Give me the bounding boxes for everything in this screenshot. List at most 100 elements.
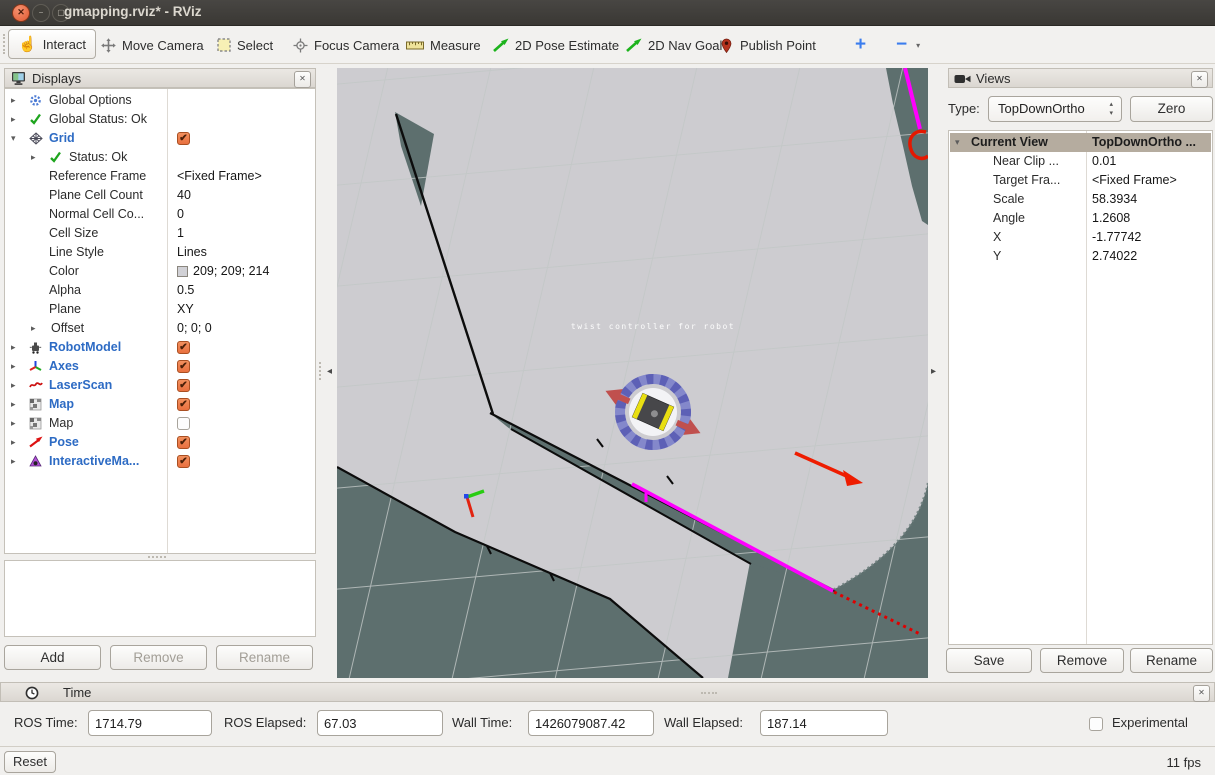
view-property-value[interactable]: 2.74022	[1092, 247, 1137, 266]
display-row-axes[interactable]: ▸Axes✔	[5, 357, 315, 376]
property-value[interactable]: 0; 0; 0	[177, 319, 212, 338]
collapse-right-icon[interactable]: ▸	[931, 366, 936, 377]
remove-view-button[interactable]: Remove	[1040, 648, 1124, 673]
displays-tree[interactable]: ▸Global Options▸Global Status: Ok▾Grid✔▸…	[4, 88, 316, 554]
time-field-input-wall-elapsed-[interactable]	[760, 710, 888, 736]
time-close-icon[interactable]: ✕	[1193, 685, 1210, 702]
view-row-current-view[interactable]: ▾Current ViewTopDownOrtho ...	[949, 133, 1212, 152]
property-value[interactable]: 209; 209; 214	[193, 262, 269, 281]
left-splitter-handle[interactable]	[319, 362, 323, 380]
expander-icon[interactable]: ▸	[11, 395, 16, 414]
enable-checkbox[interactable]: ✔	[177, 360, 190, 373]
tool-2d-nav-goal[interactable]: 2D Nav Goal	[621, 32, 727, 58]
display-row-grid[interactable]: ▾Grid✔	[5, 129, 315, 148]
rename-display-button[interactable]: Rename	[216, 645, 313, 670]
color-swatch[interactable]	[177, 266, 188, 277]
time-splitter-handle[interactable]	[701, 692, 717, 696]
time-field-input-ros-elapsed-[interactable]	[317, 710, 443, 736]
expander-icon[interactable]: ▾	[11, 129, 16, 148]
window-close-icon[interactable]: ✕	[12, 4, 30, 22]
remove-tool-button[interactable]: − ▾	[891, 32, 925, 58]
expander-icon[interactable]: ▸	[11, 414, 16, 433]
spinner-arrows-icon[interactable]: ▴▾	[1109, 100, 1113, 118]
view-property-value[interactable]: TopDownOrtho ...	[1092, 133, 1196, 152]
view-type-select[interactable]: TopDownOrtho ▴▾	[988, 96, 1122, 122]
expander-icon[interactable]: ▸	[11, 433, 16, 452]
display-row-laserscan[interactable]: ▸LaserScan✔	[5, 376, 315, 395]
expander-icon[interactable]: ▸	[11, 91, 16, 110]
property-value[interactable]: XY	[177, 300, 194, 319]
displays-close-icon[interactable]: ✕	[294, 71, 311, 88]
enable-checkbox[interactable]: ✔	[177, 132, 190, 145]
property-value[interactable]: <Fixed Frame>	[177, 167, 262, 186]
display-row-pose[interactable]: ▸Pose✔	[5, 433, 315, 452]
time-field-input-wall-time-[interactable]	[528, 710, 654, 736]
enable-checkbox[interactable]: ✔	[177, 341, 190, 354]
expander-icon[interactable]: ▸	[11, 452, 16, 471]
view-property-value[interactable]: 1.2608	[1092, 209, 1130, 228]
property-value[interactable]: 1	[177, 224, 184, 243]
enable-checkbox[interactable]	[177, 417, 190, 430]
time-field-input-ros-time-[interactable]	[88, 710, 212, 736]
view-property-value[interactable]: 58.3934	[1092, 190, 1137, 209]
expander-icon[interactable]: ▸	[31, 319, 36, 338]
add-tool-button[interactable]: +	[850, 32, 871, 58]
display-row-map[interactable]: ▸Map✔	[5, 395, 315, 414]
view-row-target-fra-[interactable]: Target Fra...<Fixed Frame>	[949, 171, 1212, 190]
views-tree[interactable]: ▾Current ViewTopDownOrtho ...Near Clip .…	[948, 130, 1213, 645]
experimental-checkbox[interactable]	[1089, 717, 1103, 731]
display-row-reference-frame[interactable]: Reference Frame<Fixed Frame>	[5, 167, 315, 186]
enable-checkbox[interactable]: ✔	[177, 398, 190, 411]
remove-display-button[interactable]: Remove	[110, 645, 207, 670]
property-value[interactable]: Lines	[177, 243, 207, 262]
display-row-robotmodel[interactable]: ▸RobotModel✔	[5, 338, 315, 357]
save-view-button[interactable]: Save	[946, 648, 1032, 673]
display-row-plane[interactable]: PlaneXY	[5, 300, 315, 319]
tool-select[interactable]: Select	[211, 32, 278, 58]
property-value[interactable]: 40	[177, 186, 191, 205]
display-row-interactivema-[interactable]: ▸InteractiveMa...✔	[5, 452, 315, 471]
tool-focus-camera[interactable]: Focus Camera	[288, 32, 404, 58]
display-row-global-options[interactable]: ▸Global Options	[5, 91, 315, 110]
display-row-color[interactable]: Color209; 209; 214	[5, 262, 315, 281]
expander-icon[interactable]: ▾	[955, 133, 960, 152]
enable-checkbox[interactable]: ✔	[177, 379, 190, 392]
rename-view-button[interactable]: Rename	[1130, 648, 1213, 673]
display-row-alpha[interactable]: Alpha0.5	[5, 281, 315, 300]
view-property-value[interactable]: <Fixed Frame>	[1092, 171, 1177, 190]
expander-icon[interactable]: ▸	[11, 338, 16, 357]
display-row-offset[interactable]: ▸Offset0; 0; 0	[5, 319, 315, 338]
expander-icon[interactable]: ▸	[31, 148, 36, 167]
display-row-cell-size[interactable]: Cell Size1	[5, 224, 315, 243]
view-row-x[interactable]: X-1.77742	[949, 228, 1212, 247]
property-value[interactable]: 0	[177, 205, 184, 224]
tool-move-camera[interactable]: Move Camera	[96, 32, 209, 58]
display-row-line-style[interactable]: Line StyleLines	[5, 243, 315, 262]
enable-checkbox[interactable]: ✔	[177, 455, 190, 468]
tool-publish-point[interactable]: Publish Point	[714, 32, 821, 58]
view-property-value[interactable]: 0.01	[1092, 152, 1116, 171]
tool-interact[interactable]: ☝Interact	[8, 29, 96, 59]
tool-2d-pose-estimate[interactable]: 2D Pose Estimate	[488, 32, 624, 58]
display-row-plane-cell-count[interactable]: Plane Cell Count40	[5, 186, 315, 205]
zero-button[interactable]: Zero	[1130, 96, 1213, 122]
expander-icon[interactable]: ▸	[11, 376, 16, 395]
display-row-global-status-ok[interactable]: ▸Global Status: Ok	[5, 110, 315, 129]
display-row-normal-cell-co-[interactable]: Normal Cell Co...0	[5, 205, 315, 224]
views-close-icon[interactable]: ✕	[1191, 71, 1208, 88]
tool-measure[interactable]: Measure	[401, 32, 486, 58]
view-property-value[interactable]: -1.77742	[1092, 228, 1141, 247]
view-row-angle[interactable]: Angle1.2608	[949, 209, 1212, 228]
render-viewport[interactable]: twist controller for robot	[337, 68, 928, 678]
toolbar-drag-handle[interactable]	[3, 34, 7, 54]
collapse-left-icon[interactable]: ◂	[327, 366, 332, 377]
display-row-map[interactable]: ▸Map	[5, 414, 315, 433]
reset-button[interactable]: Reset	[4, 751, 56, 773]
view-row-scale[interactable]: Scale58.3934	[949, 190, 1212, 209]
property-value[interactable]: 0.5	[177, 281, 194, 300]
expander-icon[interactable]: ▸	[11, 357, 16, 376]
add-display-button[interactable]: Add	[4, 645, 101, 670]
view-row-near-clip-[interactable]: Near Clip ...0.01	[949, 152, 1212, 171]
expander-icon[interactable]: ▸	[11, 110, 16, 129]
display-row-status-ok[interactable]: ▸Status: Ok	[5, 148, 315, 167]
